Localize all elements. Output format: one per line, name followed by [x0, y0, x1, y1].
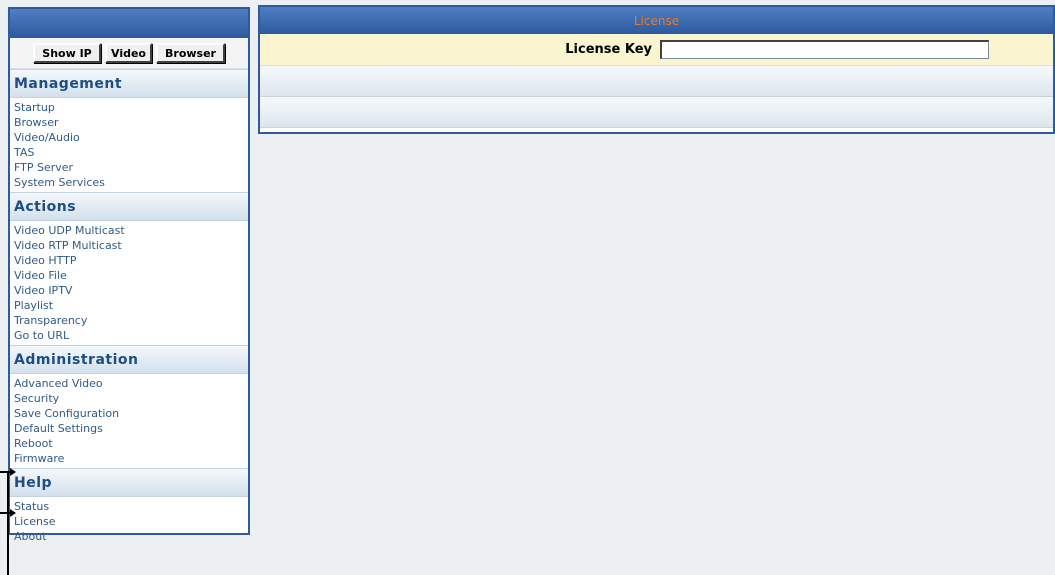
license-panel: License License Key — [258, 5, 1055, 134]
annotation-line — [7, 472, 9, 575]
nav-item-video-iptv[interactable]: Video IPTV — [10, 283, 248, 298]
nav-item-playlist[interactable]: Playlist — [10, 298, 248, 313]
license-key-label: License Key — [565, 42, 652, 57]
section-header-administration: Administration — [10, 345, 248, 374]
administration-nav-list: Advanced Video Security Save Configurati… — [10, 374, 248, 468]
help-nav-list: Status License About — [10, 497, 248, 546]
nav-item-advanced-video[interactable]: Advanced Video — [10, 376, 248, 391]
nav-item-ftp-server[interactable]: FTP Server — [10, 160, 248, 175]
actions-nav-list: Video UDP Multicast Video RTP Multicast … — [10, 221, 248, 345]
nav-item-save-configuration[interactable]: Save Configuration — [10, 406, 248, 421]
sidebar: Show IP Video Browser Management Startup… — [8, 7, 250, 543]
nav-item-firmware[interactable]: Firmware — [10, 451, 248, 466]
nav-item-security[interactable]: Security — [10, 391, 248, 406]
section-header-management: Management — [10, 69, 248, 98]
nav-item-startup[interactable]: Startup — [10, 100, 248, 115]
nav-item-video-audio[interactable]: Video/Audio — [10, 130, 248, 145]
nav-item-go-to-url[interactable]: Go to URL — [10, 328, 248, 343]
nav-item-system-services[interactable]: System Services — [10, 175, 248, 190]
nav-item-video-udp-multicast[interactable]: Video UDP Multicast — [10, 223, 248, 238]
nav-item-license[interactable]: License — [10, 514, 248, 529]
nav-item-about[interactable]: About — [10, 529, 248, 544]
section-header-actions: Actions — [10, 192, 248, 221]
nav-item-video-rtp-multicast[interactable]: Video RTP Multicast — [10, 238, 248, 253]
panel-row-empty-1 — [260, 66, 1053, 97]
video-button[interactable]: Video — [105, 43, 152, 63]
show-ip-button[interactable]: Show IP — [33, 43, 101, 63]
license-key-input[interactable] — [660, 40, 989, 59]
nav-item-tas[interactable]: TAS — [10, 145, 248, 160]
section-header-help: Help — [10, 468, 248, 497]
browser-button[interactable]: Browser — [156, 43, 225, 63]
management-nav-list: Startup Browser Video/Audio TAS FTP Serv… — [10, 98, 248, 192]
sidebar-header-bar — [10, 9, 248, 38]
sidebar-toolbar: Show IP Video Browser — [10, 38, 248, 69]
license-key-row: License Key — [260, 34, 1053, 66]
page-title: License — [260, 7, 1053, 34]
nav-item-video-file[interactable]: Video File — [10, 268, 248, 283]
nav-item-reboot[interactable]: Reboot — [10, 436, 248, 451]
nav-item-transparency[interactable]: Transparency — [10, 313, 248, 328]
nav-item-video-http[interactable]: Video HTTP — [10, 253, 248, 268]
nav-item-browser[interactable]: Browser — [10, 115, 248, 130]
nav-item-default-settings[interactable]: Default Settings — [10, 421, 248, 436]
panel-row-empty-2 — [260, 97, 1053, 128]
nav-item-status[interactable]: Status — [10, 499, 248, 514]
